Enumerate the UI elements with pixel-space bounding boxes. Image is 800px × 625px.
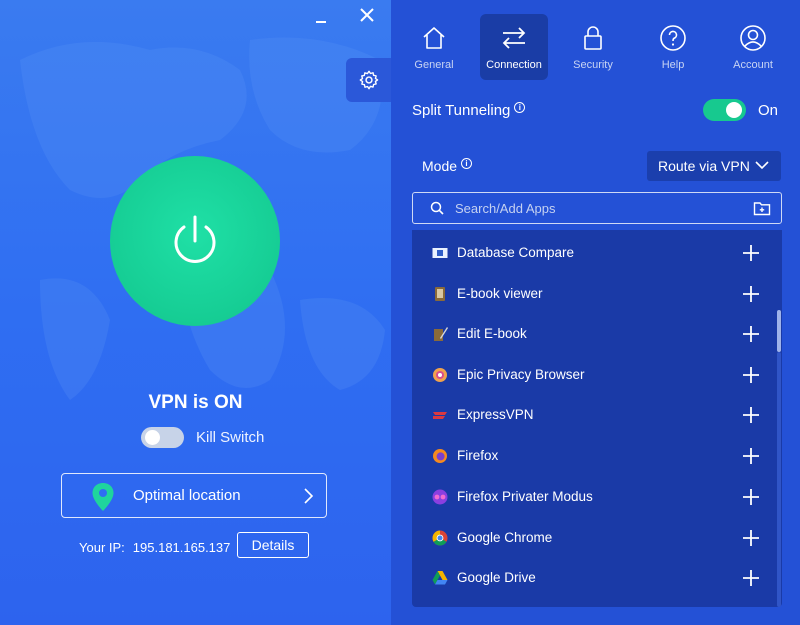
tab-label: Security: [573, 59, 613, 71]
settings-button[interactable]: [346, 58, 391, 102]
location-label: Optimal location: [133, 487, 241, 504]
plus-icon[interactable]: [742, 366, 760, 384]
account-icon: [740, 25, 766, 51]
split-tunneling-label: Split Tunneling i: [412, 102, 526, 119]
info-icon[interactable]: i: [461, 158, 473, 169]
details-button[interactable]: Details: [237, 532, 309, 558]
ebook-viewer-icon: [435, 287, 445, 301]
plus-icon[interactable]: [742, 406, 760, 424]
app-name: Firefox: [457, 448, 499, 463]
search-box: [412, 192, 782, 224]
close-icon: [360, 8, 374, 22]
app-list: Database Compare E-book viewer Edit E-bo…: [412, 230, 782, 607]
plus-icon[interactable]: [742, 285, 760, 303]
tab-label: Help: [661, 59, 685, 71]
tab-account[interactable]: Account: [719, 14, 787, 80]
minimize-icon: [316, 21, 326, 23]
database-compare-icon: [432, 248, 448, 258]
gear-icon: [359, 70, 378, 90]
mode-dropdown[interactable]: Route via VPN: [647, 151, 781, 181]
list-item[interactable]: Google Drive: [412, 558, 772, 598]
search-icon: [430, 201, 444, 215]
list-item[interactable]: E-book viewer: [412, 274, 772, 314]
power-icon: [174, 215, 216, 263]
kill-switch-toggle[interactable]: [141, 426, 184, 448]
list-item[interactable]: Firefox: [412, 436, 772, 476]
app-name: Firefox Privater Modus: [457, 489, 593, 504]
app-name: Database Compare: [457, 245, 575, 260]
ip-label: Your IP:: [79, 539, 125, 555]
tab-label: Account: [733, 59, 773, 71]
app-name: Epic Privacy Browser: [457, 367, 585, 382]
main-panel: VPN is ON Kill Switch Optimal location Y…: [0, 0, 391, 625]
kill-switch-label: Kill Switch: [196, 428, 265, 446]
mode-value: Route via VPN: [658, 158, 750, 174]
add-folder-icon[interactable]: [753, 200, 771, 216]
google-drive-icon: [432, 571, 448, 585]
mode-label: Mode i: [422, 158, 473, 174]
search-input[interactable]: [455, 193, 735, 223]
chevron-down-icon: [755, 161, 769, 170]
help-icon: [660, 25, 686, 51]
tab-help[interactable]: Help: [639, 14, 707, 80]
split-tunneling-toggle[interactable]: [703, 99, 746, 121]
split-tunneling-state: On: [758, 102, 779, 119]
lock-icon: [584, 26, 602, 50]
app-name: Google Drive: [457, 570, 536, 585]
chrome-icon: [432, 530, 448, 546]
plus-icon[interactable]: [742, 488, 760, 506]
tab-connection[interactable]: Connection: [480, 14, 548, 80]
plus-icon[interactable]: [742, 529, 760, 547]
firefox-icon: [433, 449, 447, 463]
ip-row: Your IP: 195.181.165.137: [79, 537, 230, 557]
chevron-right-icon: [304, 488, 314, 504]
firefox-private-icon: [432, 489, 448, 505]
plus-icon[interactable]: [742, 447, 760, 465]
mode-text: Mode: [422, 158, 458, 174]
power-button[interactable]: [110, 156, 280, 326]
scrollbar-track[interactable]: [777, 352, 781, 607]
tab-label: Connection: [486, 59, 542, 71]
scrollbar-thumb[interactable]: [777, 310, 781, 352]
toggle-knob: [726, 102, 742, 118]
app-name: Edit E-book: [457, 326, 527, 341]
settings-panel: General Connection Security Help Account…: [391, 0, 800, 625]
close-button[interactable]: [354, 4, 382, 28]
tab-label: General: [414, 59, 454, 71]
info-icon[interactable]: i: [514, 102, 526, 113]
home-icon: [423, 27, 445, 49]
split-tunneling-row: Split Tunneling i On: [412, 98, 782, 124]
nav-tabs: General Connection Security Help Account: [391, 0, 800, 90]
app-name: E-book viewer: [457, 286, 543, 301]
app-name: Google Chrome: [457, 530, 553, 545]
ip-value: 195.181.165.137: [132, 539, 231, 555]
edit-ebook-icon: [434, 327, 448, 341]
app-name: ExpressVPN: [457, 407, 534, 422]
toggle-knob: [145, 429, 160, 445]
plus-icon[interactable]: [742, 569, 760, 587]
minimize-button[interactable]: [308, 4, 336, 28]
split-tunneling-text: Split Tunneling: [412, 102, 511, 119]
kill-switch-row: Kill Switch: [141, 426, 264, 448]
list-item[interactable]: Edit E-book: [412, 314, 772, 354]
swap-arrows-icon: [502, 27, 526, 49]
epic-browser-icon: [433, 368, 447, 382]
list-item[interactable]: ExpressVPN: [412, 395, 772, 435]
location-pin-icon: [92, 483, 114, 511]
list-item[interactable]: Database Compare: [412, 233, 772, 273]
tab-security[interactable]: Security: [559, 14, 627, 80]
list-item[interactable]: Epic Privacy Browser: [412, 355, 772, 395]
plus-icon[interactable]: [742, 244, 760, 262]
vpn-status-text: VPN is ON: [148, 392, 243, 413]
plus-icon[interactable]: [742, 325, 760, 343]
expressvpn-icon: [433, 412, 447, 419]
location-selector[interactable]: Optimal location: [61, 473, 327, 518]
list-item[interactable]: Google Chrome: [412, 518, 772, 558]
tab-general[interactable]: General: [400, 14, 468, 80]
list-item[interactable]: Firefox Privater Modus: [412, 477, 772, 517]
